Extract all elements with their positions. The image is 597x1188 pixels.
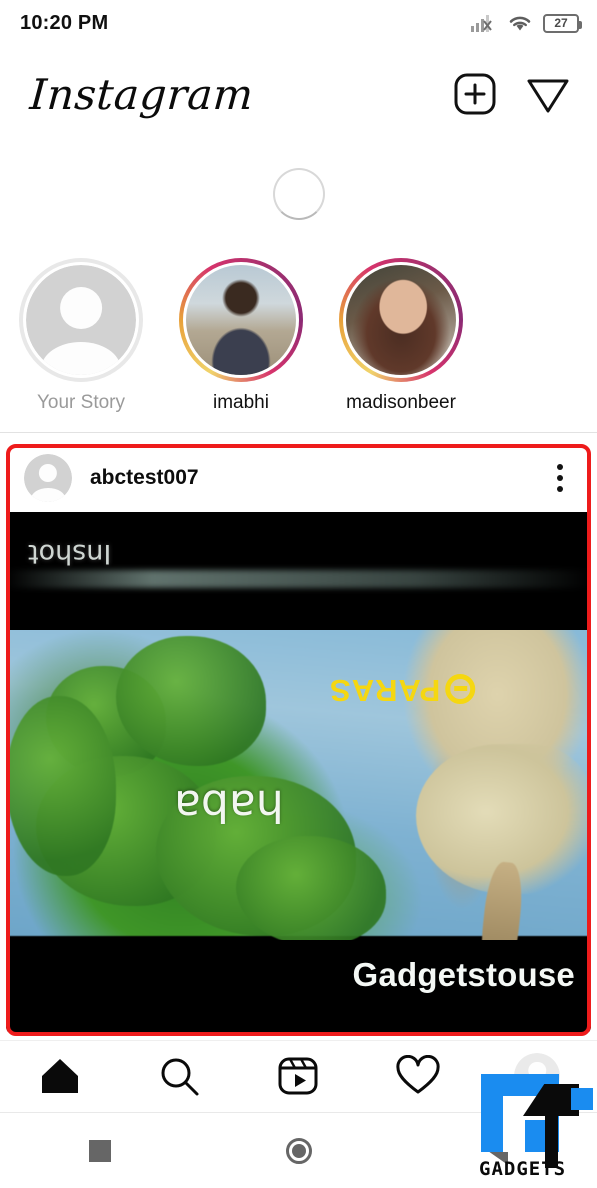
gtu-logo-g-inner xyxy=(503,1120,525,1152)
avatar-frame xyxy=(183,262,299,378)
nav-item-home[interactable] xyxy=(15,1046,105,1106)
post-username[interactable]: abctest007 xyxy=(90,466,551,490)
story-ring-gradient xyxy=(179,258,303,382)
stories-tray[interactable]: Your Story imabhi madisonbeer xyxy=(0,258,597,430)
nav-item-search[interactable] xyxy=(134,1046,224,1106)
story-item-your-story[interactable]: Your Story xyxy=(14,258,148,414)
instagram-logo: Instagram xyxy=(28,69,256,119)
status-bar-icons: 27 xyxy=(471,13,582,33)
imabhi-profile-photo xyxy=(186,265,296,375)
gtu-logo-square xyxy=(571,1088,593,1110)
video-light-streak xyxy=(6,570,591,588)
more-options-icon[interactable] xyxy=(551,458,569,498)
avatar-frame xyxy=(23,262,139,378)
story-item-imabhi[interactable]: imabhi xyxy=(174,258,308,414)
gtu-logo-text: GADGETS xyxy=(479,1158,567,1180)
avatar xyxy=(26,265,136,375)
feed-post[interactable]: abctest007 Inshot PARAS haba Gadgetstous… xyxy=(6,444,591,1036)
madisonbeer-profile-photo xyxy=(346,265,456,375)
post-video-media[interactable]: Inshot PARAS haba Gadgetstouse xyxy=(6,512,591,1032)
story-label: imabhi xyxy=(213,392,269,413)
feed-divider xyxy=(0,432,597,433)
square-recents-icon[interactable] xyxy=(45,1124,155,1178)
video-frame-scene xyxy=(6,626,591,992)
story-item-madisonbeer[interactable]: madisonbeer xyxy=(334,258,468,414)
story-ring-none xyxy=(19,258,143,382)
avatar-frame xyxy=(343,262,459,378)
paper-plane-icon[interactable] xyxy=(525,72,571,116)
search-icon xyxy=(161,1058,199,1095)
loading-spinner-icon xyxy=(272,168,325,220)
video-letterbox-bottom xyxy=(6,940,591,1032)
post-author-avatar[interactable] xyxy=(24,454,72,502)
phone-screen: 10:20 PM 27 Instagram Your Story imabhi … xyxy=(0,0,597,1188)
post-header: abctest007 xyxy=(6,444,591,512)
signal-no-sim-icon xyxy=(471,15,492,32)
story-label: Your Story xyxy=(36,392,125,413)
battery-icon: 27 xyxy=(543,13,582,33)
status-bar: 10:20 PM 27 xyxy=(0,0,597,46)
gadgetstouse-logo-watermark: GADGETS xyxy=(467,1060,597,1188)
story-ring-gradient xyxy=(339,258,463,382)
story-label: madisonbeer xyxy=(346,392,456,413)
reels-icon xyxy=(278,1057,318,1094)
status-bar-clock: 10:20 PM xyxy=(20,11,109,34)
gtu-logo-t-stem xyxy=(545,1084,558,1168)
home-icon xyxy=(41,1058,78,1093)
avatar xyxy=(186,265,296,375)
avatar xyxy=(346,265,456,375)
heart-icon xyxy=(396,1054,440,1093)
nav-item-activity[interactable] xyxy=(373,1046,463,1106)
circle-home-icon[interactable] xyxy=(244,1124,354,1178)
placeholder-person-avatar xyxy=(24,454,72,502)
placeholder-person-avatar xyxy=(26,265,136,375)
header-actions xyxy=(453,72,571,116)
wifi-icon xyxy=(509,16,531,31)
battery-level-text: 27 xyxy=(554,16,568,30)
plus-square-icon[interactable] xyxy=(453,72,497,116)
instagram-header: Instagram xyxy=(0,46,597,142)
nav-item-reels[interactable] xyxy=(253,1046,343,1106)
